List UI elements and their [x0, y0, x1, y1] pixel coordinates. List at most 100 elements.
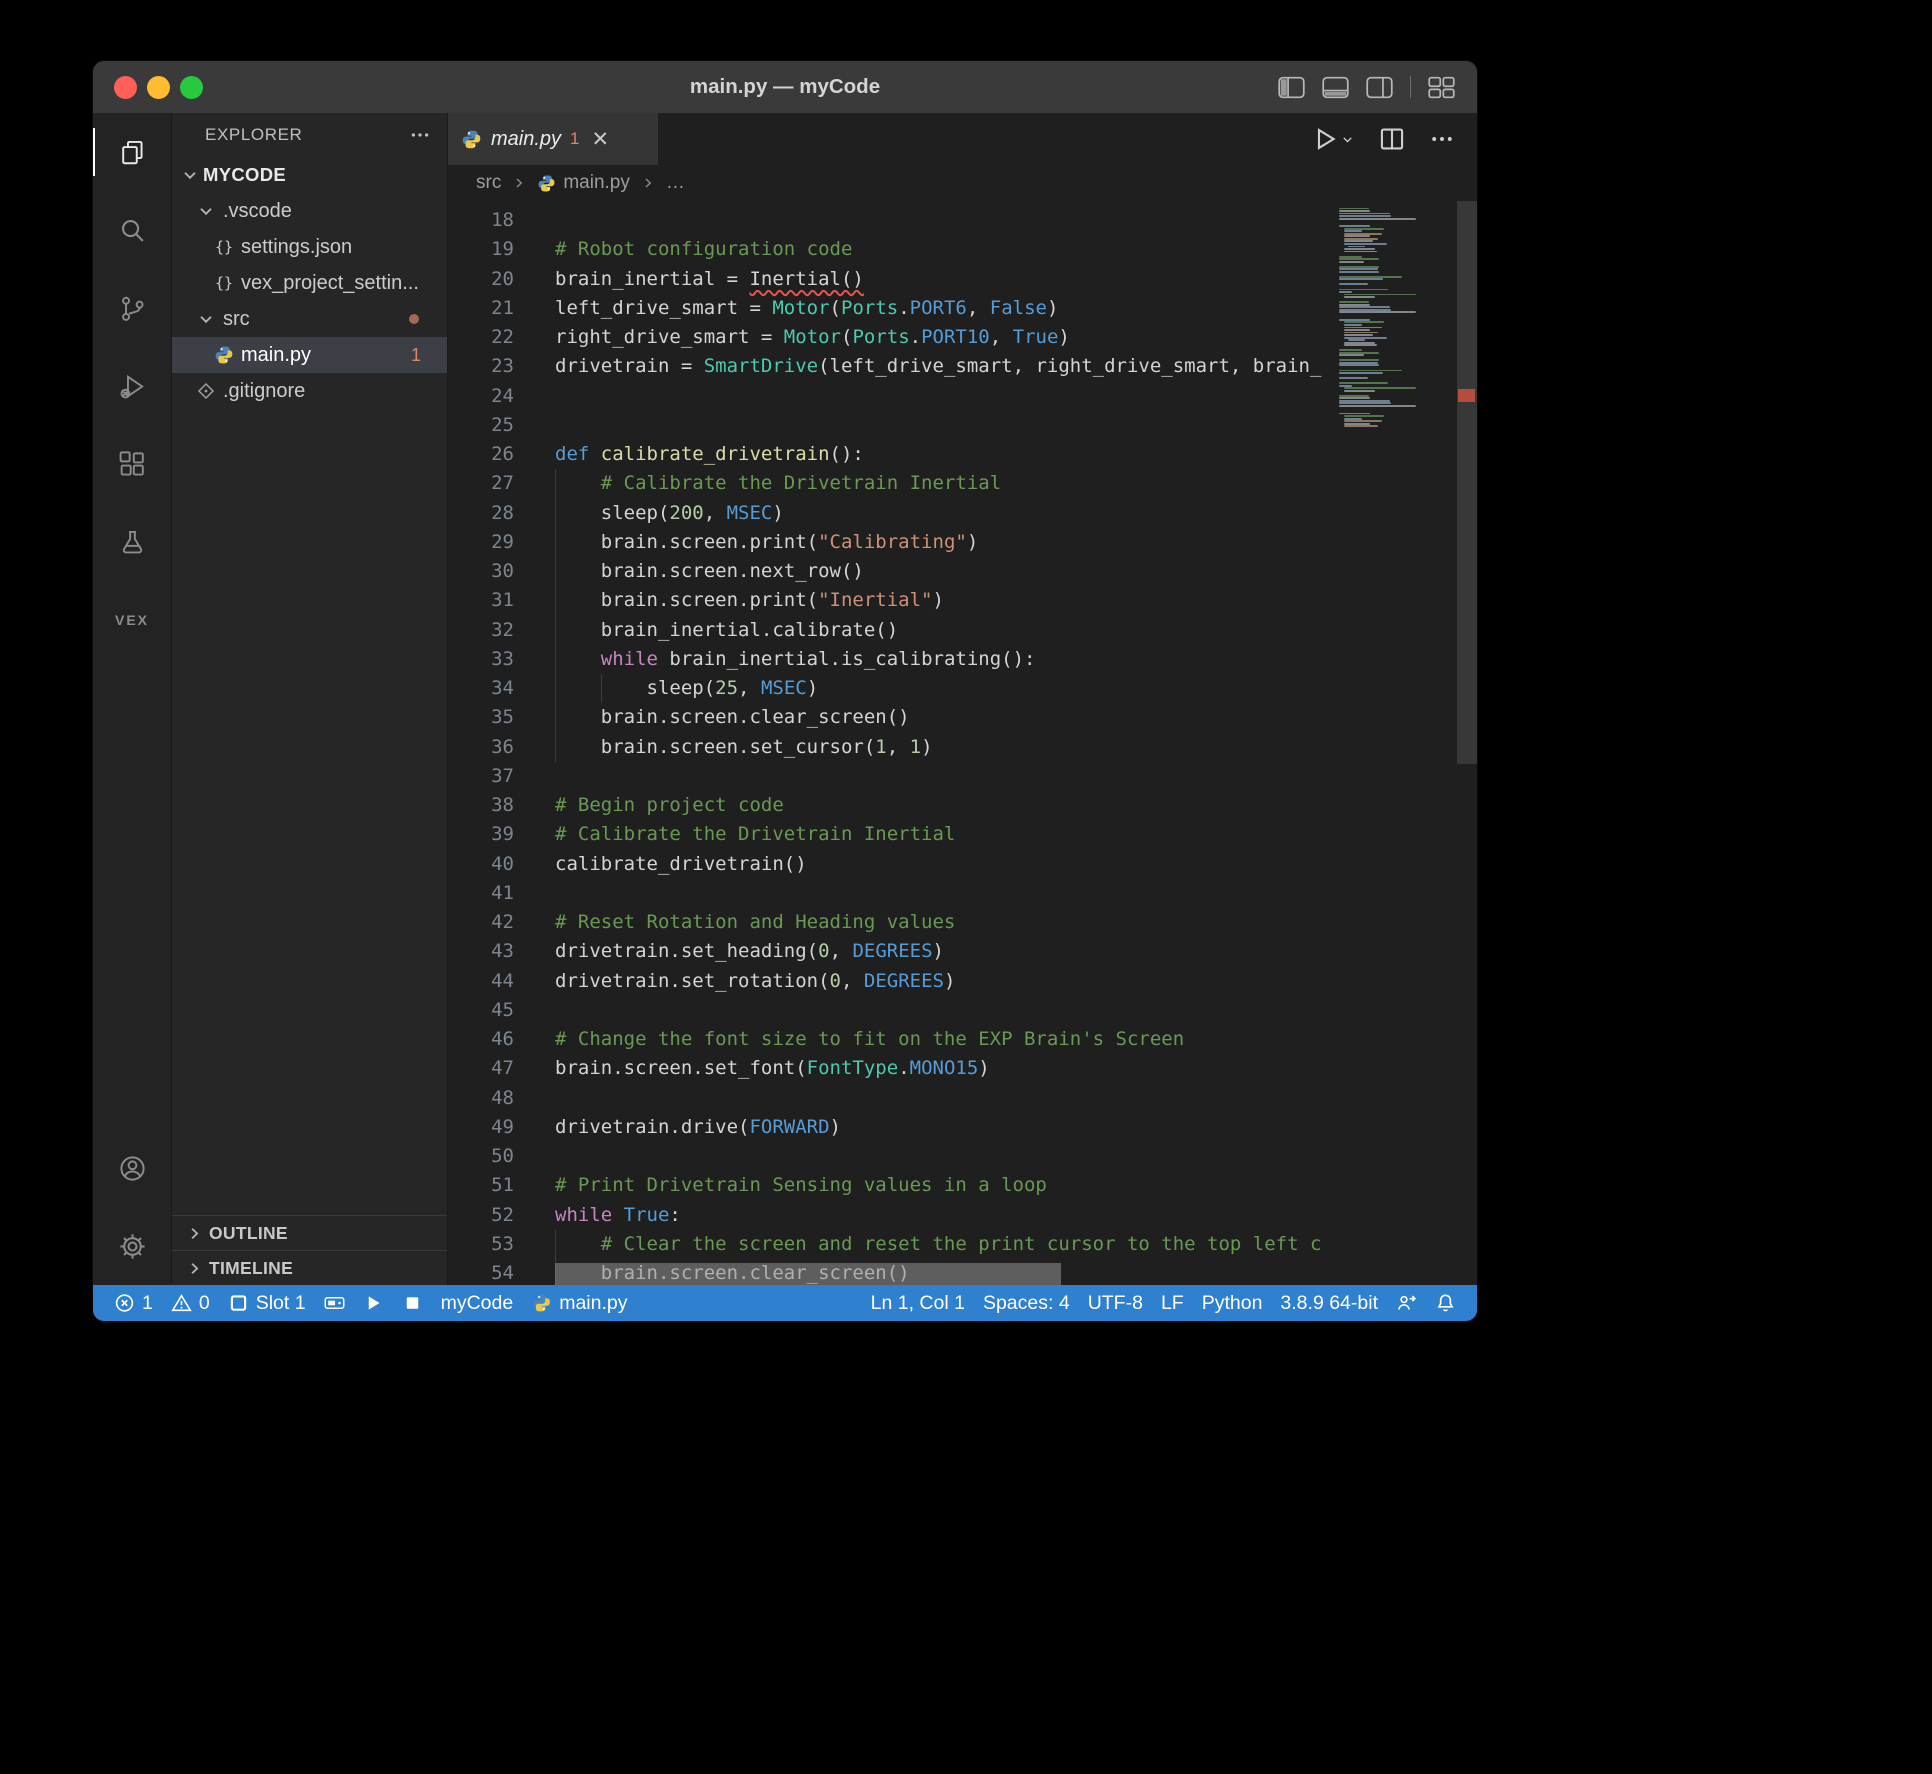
status-project-name[interactable]: myCode — [432, 1292, 523, 1315]
tree-root-mycode[interactable]: MYCODE — [172, 157, 447, 193]
activity-vex-logo[interactable]: VEX — [93, 581, 171, 659]
code-line-53[interactable]: 53 # Clear the screen and reset the prin… — [448, 1230, 1349, 1259]
activity-source-control[interactable] — [93, 269, 171, 347]
code-line-29[interactable]: 29 brain.screen.print("Calibrating") — [448, 528, 1349, 557]
activity-search[interactable] — [93, 191, 171, 269]
run-file-button[interactable] — [1312, 126, 1355, 152]
code-line-32[interactable]: 32 brain_inertial.calibrate() — [448, 616, 1349, 645]
close-tab-button[interactable]: ✕ — [592, 127, 610, 152]
layout-customize-button[interactable] — [1428, 76, 1455, 99]
breadcrumb-src[interactable]: src — [476, 172, 501, 194]
tree-item-vscode[interactable]: .vscode — [172, 193, 447, 229]
tree-item-gitignore[interactable]: .gitignore — [172, 373, 447, 409]
layout-sidebar-left-button[interactable] — [1278, 76, 1305, 99]
code-line-25[interactable]: 25 — [448, 411, 1349, 440]
panel-timeline[interactable]: TIMELINE — [172, 1250, 447, 1285]
status-feedback[interactable] — [1387, 1293, 1426, 1313]
status-stop-project[interactable] — [393, 1293, 432, 1313]
code-line-41[interactable]: 41 — [448, 879, 1349, 908]
tree-item-src[interactable]: src — [172, 301, 447, 337]
code-line-24[interactable]: 24 — [448, 382, 1349, 411]
code-line-23[interactable]: 23drivetrain = SmartDrive(left_drive_sma… — [448, 352, 1349, 381]
code-line-33[interactable]: 33 while brain_inertial.is_calibrating()… — [448, 645, 1349, 674]
activity-run-debug[interactable] — [93, 347, 171, 425]
minimap-line — [1339, 372, 1383, 374]
code-line-26[interactable]: 26def calibrate_drivetrain(): — [448, 440, 1349, 469]
code-line-36[interactable]: 36 brain.screen.set_cursor(1, 1) — [448, 733, 1349, 762]
status-encoding[interactable]: UTF-8 — [1079, 1292, 1152, 1315]
sidebar-header: EXPLORER — [172, 113, 447, 157]
horizontal-scrollbar[interactable] — [555, 1263, 1061, 1285]
line-text: # Robot configuration code — [555, 235, 852, 264]
code-line-22[interactable]: 22right_drive_smart = Motor(Ports.PORT10… — [448, 323, 1349, 352]
status-active-file[interactable]: main.py — [522, 1292, 636, 1315]
code-token: 25 — [715, 677, 738, 699]
code-line-45[interactable]: 45 — [448, 996, 1349, 1025]
panel-outline[interactable]: OUTLINE — [172, 1215, 447, 1250]
code-line-52[interactable]: 52while True: — [448, 1201, 1349, 1230]
code-line-21[interactable]: 21left_drive_smart = Motor(Ports.PORT6, … — [448, 294, 1349, 323]
close-window-button[interactable] — [114, 76, 137, 99]
status-indentation[interactable]: Spaces: 4 — [974, 1292, 1079, 1315]
code-line-35[interactable]: 35 brain.screen.clear_screen() — [448, 703, 1349, 732]
code-line-31[interactable]: 31 brain.screen.print("Inertial") — [448, 586, 1349, 615]
layout-panel-button[interactable] — [1322, 76, 1349, 99]
line-text: # Calibrate the Drivetrain Inertial — [555, 820, 955, 849]
zoom-window-button[interactable] — [180, 76, 203, 99]
code-token: brain.screen.print( — [555, 531, 818, 553]
tree-item-settings-json[interactable]: {}settings.json — [172, 229, 447, 265]
minimap[interactable] — [1339, 205, 1451, 428]
code-line-18[interactable]: 18 — [448, 206, 1349, 235]
status-brain-device[interactable] — [315, 1293, 354, 1313]
code-line-42[interactable]: 42# Reset Rotation and Heading values — [448, 908, 1349, 937]
status-notifications[interactable] — [1426, 1293, 1465, 1313]
activity-files[interactable] — [93, 113, 171, 191]
chevron-down-icon — [1340, 132, 1355, 147]
code-line-47[interactable]: 47brain.screen.set_font(FontType.MONO15) — [448, 1054, 1349, 1083]
breadcrumb-main-py[interactable]: main.py — [537, 172, 630, 194]
layout-sidebar-right-button[interactable] — [1366, 76, 1393, 99]
status-eol[interactable]: LF — [1152, 1292, 1193, 1315]
code-line-39[interactable]: 39# Calibrate the Drivetrain Inertial — [448, 820, 1349, 849]
python-icon — [461, 129, 482, 150]
vertical-scrollbar[interactable] — [1457, 201, 1477, 764]
code-line-49[interactable]: 49drivetrain.drive(FORWARD) — [448, 1113, 1349, 1142]
code-line-46[interactable]: 46# Change the font size to fit on the E… — [448, 1025, 1349, 1054]
status-errors[interactable]: 1 — [105, 1292, 162, 1315]
activity-settings-gear[interactable] — [93, 1207, 171, 1285]
code-line-38[interactable]: 38# Begin project code — [448, 791, 1349, 820]
modified-dot — [409, 314, 419, 324]
minimize-window-button[interactable] — [147, 76, 170, 99]
explorer-actions-button[interactable] — [409, 124, 431, 146]
tab-main-py[interactable]: main.py 1 ✕ — [448, 113, 658, 165]
stop-icon — [402, 1293, 423, 1313]
code-line-43[interactable]: 43drivetrain.set_heading(0, DEGREES) — [448, 937, 1349, 966]
activity-extensions[interactable] — [93, 425, 171, 503]
code-line-40[interactable]: 40calibrate_drivetrain() — [448, 850, 1349, 879]
code-line-34[interactable]: 34 sleep(25, MSEC) — [448, 674, 1349, 703]
code-line-37[interactable]: 37 — [448, 762, 1349, 791]
code-line-19[interactable]: 19# Robot configuration code — [448, 235, 1349, 264]
activity-account[interactable] — [93, 1129, 171, 1207]
code-line-20[interactable]: 20brain_inertial = Inertial() — [448, 265, 1349, 294]
tree-item-vex-project-settin[interactable]: {}vex_project_settin... — [172, 265, 447, 301]
status-interpreter[interactable]: 3.8.9 64-bit — [1271, 1292, 1387, 1315]
status-run-project[interactable] — [354, 1293, 393, 1313]
status-language-mode[interactable]: Python — [1193, 1292, 1272, 1315]
code-line-44[interactable]: 44drivetrain.set_rotation(0, DEGREES) — [448, 967, 1349, 996]
split-editor-button[interactable] — [1379, 126, 1405, 152]
code-line-28[interactable]: 28 sleep(200, MSEC) — [448, 499, 1349, 528]
code-editor[interactable]: 1819# Robot configuration code20brain_in… — [448, 201, 1477, 1285]
status-cursor-position[interactable]: Ln 1, Col 1 — [862, 1292, 974, 1315]
status-slot[interactable]: Slot 1 — [219, 1292, 315, 1315]
breadcrumb-[interactable]: … — [666, 172, 685, 194]
code-line-50[interactable]: 50 — [448, 1142, 1349, 1171]
code-line-48[interactable]: 48 — [448, 1084, 1349, 1113]
code-line-27[interactable]: 27 # Calibrate the Drivetrain Inertial — [448, 469, 1349, 498]
code-line-51[interactable]: 51# Print Drivetrain Sensing values in a… — [448, 1171, 1349, 1200]
status-warnings[interactable]: 0 — [162, 1292, 219, 1315]
activity-test-beaker[interactable] — [93, 503, 171, 581]
tree-item-main-py[interactable]: main.py1 — [172, 337, 447, 373]
code-line-30[interactable]: 30 brain.screen.next_row() — [448, 557, 1349, 586]
more-button[interactable] — [1429, 126, 1455, 152]
